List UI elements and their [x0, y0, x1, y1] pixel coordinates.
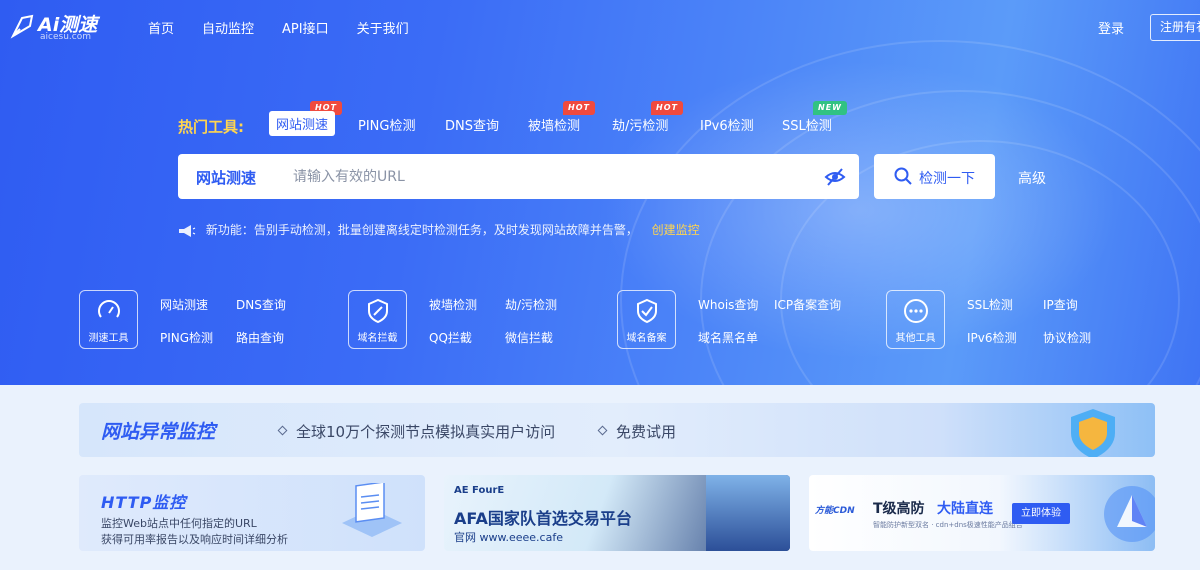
try-now-button[interactable]: 立即体验 [1012, 503, 1070, 524]
tab-blocked-check[interactable]: 被墙检测 [528, 115, 580, 134]
document-stack-icon [342, 483, 402, 537]
shield-slash-icon [368, 298, 388, 324]
hot-tools-label: 热门工具: [178, 118, 244, 136]
http-card-line1: 监控Web站点中任何指定的URL [101, 517, 257, 530]
category-caption: 域名拦截 [357, 333, 398, 344]
afa-title: AFA国家队首选交易平台 [454, 509, 632, 528]
more-dots-icon [904, 299, 928, 323]
cdn-title-a: T级高防 [873, 501, 925, 517]
nav-about[interactable]: 关于我们 [357, 18, 409, 37]
tab-ping[interactable]: PING检测 [358, 115, 415, 134]
site-header: Ai测速 aicesu.com 首页 自动监控 API接口 关于我们 登录 注册… [0, 0, 1200, 56]
cat-link-protocol[interactable]: 协议检测 [1043, 329, 1091, 346]
rocket-icon [10, 14, 34, 39]
category-caption: 测速工具 [88, 333, 129, 344]
cat-link-hijack[interactable]: 劫/污检测 [505, 296, 557, 313]
shield-check-icon [637, 298, 657, 324]
search-type-label[interactable]: 网站测速 [196, 167, 256, 188]
cat-link-blocked[interactable]: 被墙检测 [429, 296, 477, 313]
cat-link-qq-block[interactable]: QQ拦截 [429, 329, 472, 346]
logo-domain: aicesu.com [40, 32, 91, 42]
category-domain-icp[interactable]: 域名备案 [617, 290, 676, 349]
search-icon [894, 167, 912, 185]
category-other-tools[interactable]: 其他工具 [886, 290, 945, 349]
banner-feature: 免费试用 [597, 421, 677, 442]
banner-title: 网站异常监控 [101, 421, 216, 443]
tab-website-speed[interactable]: 网站测速 [269, 111, 336, 136]
tab-ipv6[interactable]: IPv6检测 [700, 115, 754, 134]
hot-badge: HOT [563, 101, 595, 115]
site-logo[interactable]: Ai测速 aicesu.com [10, 10, 100, 44]
ad-photo [706, 475, 790, 551]
diamond-icon [277, 425, 288, 436]
afa-ad-card[interactable]: AE FourE AFA国家队首选交易平台 官网 www.eeee.cafe [444, 475, 790, 551]
diamond-icon [597, 425, 608, 436]
announcement-text: 新功能：告别手动检测，批量创建离线定时检测任务，及时发现网站故障并告警， [205, 223, 638, 237]
advanced-link[interactable]: 高级 [1018, 168, 1046, 188]
cat-link-icp[interactable]: ICP备案查询 [774, 296, 841, 313]
megaphone-icon [179, 224, 196, 237]
new-badge: NEW [813, 101, 847, 115]
url-input[interactable] [293, 162, 803, 191]
eye-slash-icon[interactable] [824, 166, 846, 188]
cdn-subtitle: 智能防护新型双名 · cdn+dns极速性能产品组合 [873, 521, 1023, 529]
cat-link-ip[interactable]: IP查询 [1043, 296, 1078, 313]
banner-feature-text: 免费试用 [616, 423, 677, 441]
cat-link-dns[interactable]: DNS查询 [236, 296, 286, 313]
cat-link-wechat-block[interactable]: 微信拦截 [505, 329, 553, 346]
announcement: 新功能：告别手动检测，批量创建离线定时检测任务，及时发现网站故障并告警， 创建监… [178, 221, 700, 238]
cdn-ad-card[interactable]: 方能CDN T级高防 大陆直连 智能防护新型双名 · cdn+dns极速性能产品… [809, 475, 1155, 551]
banner-feature-text: 全球10万个探测节点模拟真实用户访问 [296, 423, 556, 441]
search-submit-label: 检测一下 [919, 171, 975, 187]
cat-link-ipv6[interactable]: IPv6检测 [967, 329, 1017, 346]
speedometer-icon [98, 300, 120, 318]
main-nav: 首页 自动监控 API接口 关于我们 [148, 18, 437, 37]
tab-ssl[interactable]: SSL检测 [782, 115, 832, 134]
pyramid-icon [1104, 486, 1155, 542]
monitor-banner[interactable]: 网站异常监控 全球10万个探测节点模拟真实用户访问 免费试用 [79, 403, 1155, 457]
login-link[interactable]: 登录 [1098, 18, 1124, 37]
nav-auto-monitor[interactable]: 自动监控 [202, 18, 254, 37]
nav-api[interactable]: API接口 [282, 18, 329, 37]
http-card-line2: 获得可用率报告以及响应时间详细分析 [101, 533, 288, 546]
cat-link-website-speed[interactable]: 网站测速 [160, 296, 208, 313]
shield-illustration-icon [1071, 409, 1115, 457]
category-caption: 域名备案 [626, 333, 667, 344]
search-submit-button[interactable]: 检测一下 [874, 154, 995, 199]
category-speed-tools[interactable]: 测速工具 [79, 290, 138, 349]
http-card-title: HTTP监控 [101, 493, 187, 512]
http-monitor-card[interactable]: HTTP监控 监控Web站点中任何指定的URL 获得可用率报告以及响应时间详细分… [79, 475, 425, 551]
cat-link-ssl[interactable]: SSL检测 [967, 296, 1013, 313]
banner-feature: 全球10万个探测节点模拟真实用户访问 [277, 421, 556, 442]
nav-home[interactable]: 首页 [148, 18, 174, 37]
search-box: 网站测速 [178, 154, 859, 199]
category-caption: 其他工具 [895, 333, 936, 344]
cdn-title-b: 大陆直连 [937, 501, 993, 517]
register-button[interactable]: 注册有礼 [1150, 14, 1200, 41]
cdn-logo: 方能CDN [815, 506, 855, 516]
afa-url: 官网 www.eeee.cafe [454, 531, 563, 544]
tab-hijack-check[interactable]: 劫/污检测 [612, 115, 668, 134]
tab-dns[interactable]: DNS查询 [445, 115, 499, 134]
category-domain-block[interactable]: 域名拦截 [348, 290, 407, 349]
cat-link-ping[interactable]: PING检测 [160, 329, 213, 346]
hot-badge: HOT [651, 101, 683, 115]
cat-link-route[interactable]: 路由查询 [236, 329, 284, 346]
cat-link-domain-blacklist[interactable]: 域名黑名单 [698, 329, 758, 346]
cat-link-whois[interactable]: Whois查询 [698, 296, 758, 313]
afa-brand: AE FourE [454, 485, 505, 496]
create-monitor-link[interactable]: 创建监控 [652, 223, 700, 237]
